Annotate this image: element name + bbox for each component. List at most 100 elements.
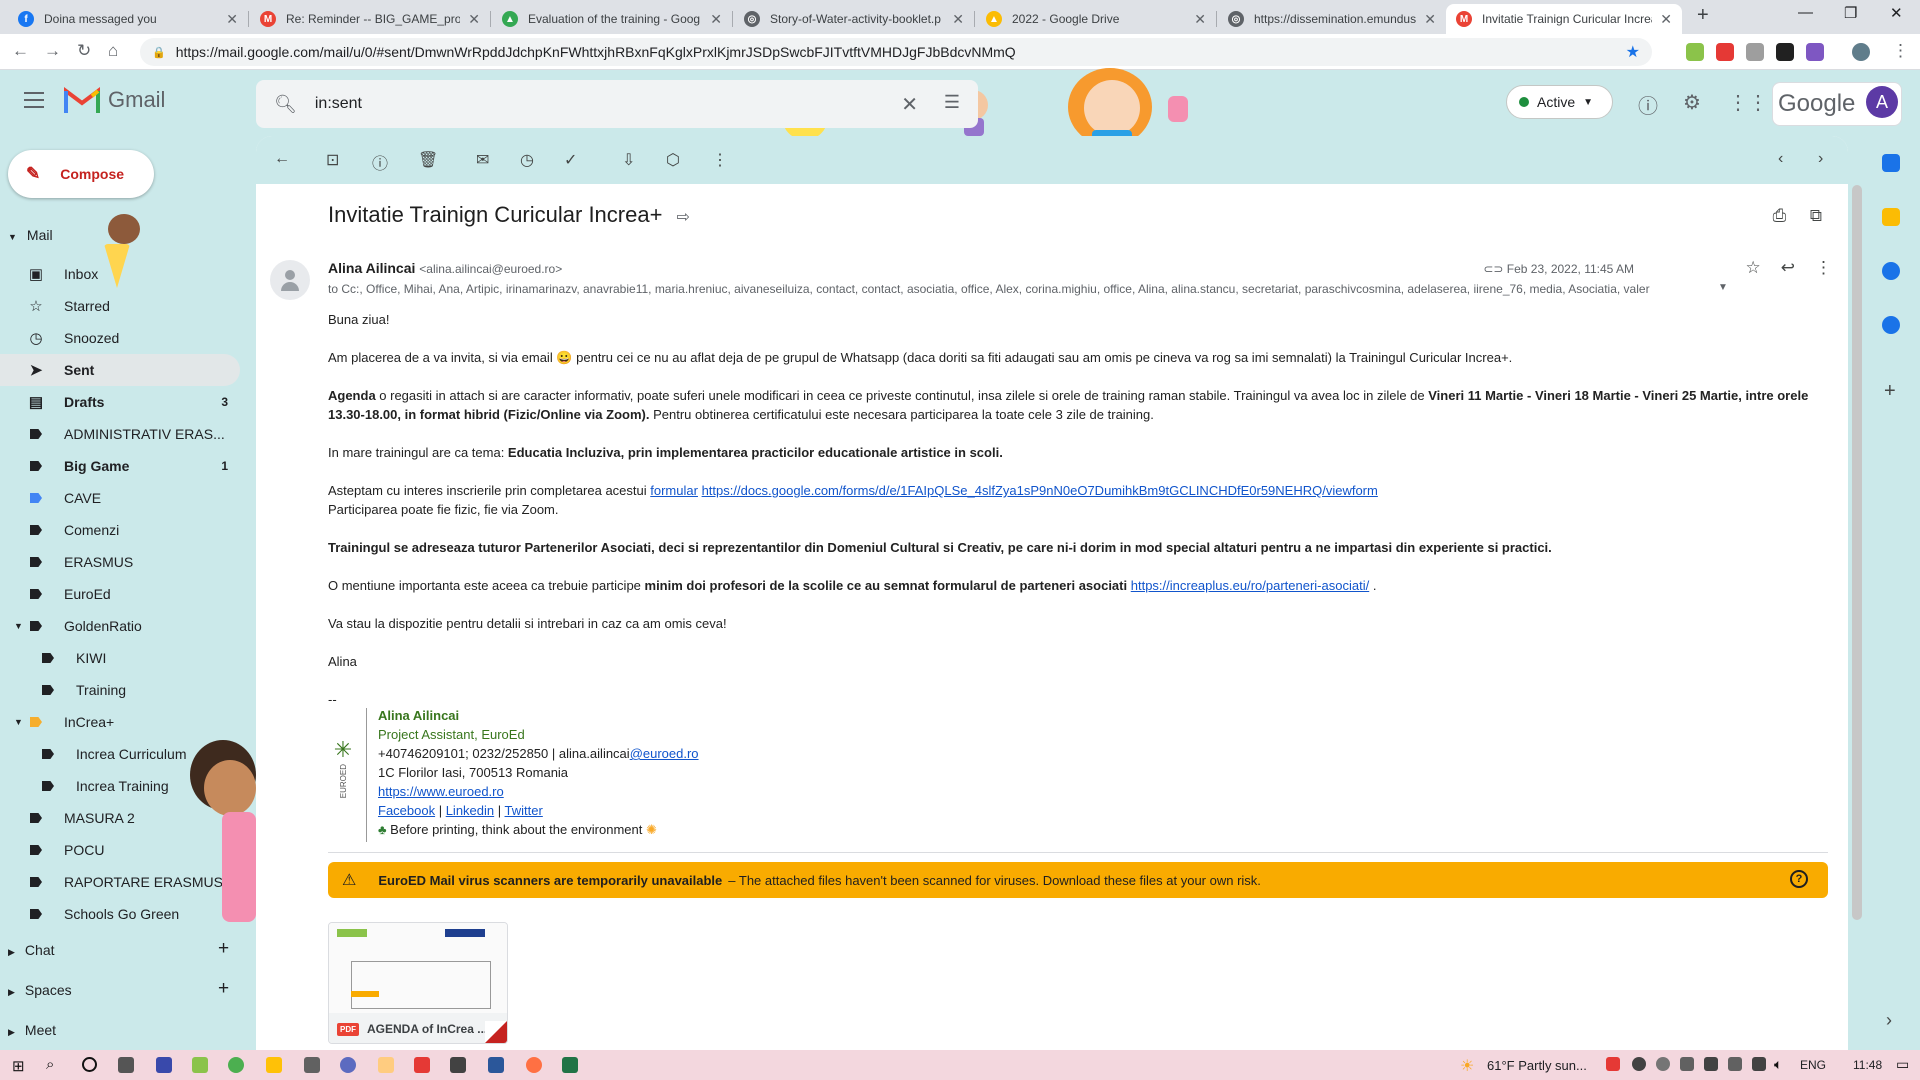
sender-avatar[interactable] (270, 260, 310, 300)
app-icon[interactable] (450, 1057, 466, 1073)
keep-icon[interactable] (1882, 208, 1900, 226)
move-to-icon[interactable]: ⇩ (622, 150, 635, 170)
nav-starred[interactable]: ☆ Starred (0, 290, 240, 322)
close-window-button[interactable]: ✕ (1890, 4, 1903, 22)
app-icon[interactable] (192, 1057, 208, 1073)
nav-label-administrativ-erasmus[interactable]: ADMINISTRATIV ERAS... (0, 418, 240, 450)
excel-icon[interactable] (562, 1057, 578, 1073)
nav-label-erasmus[interactable]: ERASMUS (0, 546, 240, 578)
help-icon[interactable]: ⓘ (1638, 90, 1658, 119)
settings-gear-icon[interactable]: ⚙ (1683, 90, 1701, 115)
extension-icon[interactable] (1746, 43, 1764, 61)
nav-label-comenzi[interactable]: Comenzi (0, 514, 240, 546)
file-explorer-icon[interactable] (266, 1057, 282, 1073)
tray-icon[interactable] (1632, 1057, 1646, 1071)
apps-grid-icon[interactable]: ⋮⋮ (1728, 90, 1768, 115)
section-meet[interactable]: ▶ Meet (8, 1022, 56, 1038)
twitter-link[interactable]: Twitter (505, 803, 543, 818)
compose-button[interactable]: ✎ Compose (8, 150, 154, 198)
tray-icon[interactable] (1656, 1057, 1670, 1071)
linkedin-link[interactable]: Linkedin (446, 803, 494, 818)
weather-sun-icon[interactable]: ☀ (1460, 1056, 1474, 1076)
back-arrow-icon[interactable]: ← (12, 41, 29, 61)
nav-sent[interactable]: ➤ Sent (0, 354, 240, 386)
label-icon[interactable]: ⬡ (666, 150, 680, 170)
extension-icon[interactable] (1686, 43, 1704, 61)
main-menu-icon[interactable] (24, 92, 44, 113)
extension-icon[interactable] (1806, 43, 1824, 61)
close-tab-icon[interactable]: ✕ (1424, 11, 1436, 28)
print-icon[interactable]: ⎙ (1773, 206, 1787, 225)
attachment-card[interactable]: PDF AGENDA of InCrea ... (328, 922, 508, 1044)
help-question-icon[interactable]: ? (1790, 870, 1808, 888)
form-url-link[interactable]: https://docs.google.com/forms/d/e/1FAIpQ… (702, 483, 1378, 498)
new-tab-button[interactable]: + (1697, 4, 1709, 27)
browser-tab-gmail-reminder[interactable]: M Re: Reminder -- BIG_GAME_proje ✕ (250, 4, 490, 34)
section-mail[interactable]: ▼ Mail (8, 227, 53, 243)
nav-snoozed[interactable]: ◷ Snoozed (0, 322, 240, 354)
nav-drafts[interactable]: ▤ Drafts 3 (0, 386, 240, 418)
sender-name[interactable]: Alina Ailincai (328, 260, 415, 276)
section-chat[interactable]: ▶ Chat (8, 942, 55, 958)
newer-chevron-icon[interactable]: ‹ (1778, 150, 1783, 168)
partners-link[interactable]: https://increaplus.eu/ro/parteneri-asoci… (1131, 578, 1369, 593)
snooze-icon[interactable]: ◷ (520, 150, 534, 170)
windows-start-icon[interactable]: ⊞ (12, 1057, 25, 1075)
delete-icon[interactable]: 🗑︎ (418, 150, 438, 170)
close-tab-icon[interactable]: ✕ (710, 11, 722, 28)
archive-icon[interactable]: ⊡ (326, 150, 339, 170)
close-tab-icon[interactable]: ✕ (1660, 11, 1672, 28)
search-bar[interactable]: 🔍︎ in:sent ✕ ☰ (256, 80, 978, 128)
nav-label-goldenratio[interactable]: ▼ GoldenRatio (0, 610, 240, 642)
chrome-icon[interactable] (228, 1057, 244, 1073)
nav-inbox[interactable]: ▣ Inbox (0, 258, 240, 290)
reply-icon[interactable]: ↩ (1781, 258, 1795, 278)
new-chat-plus-icon[interactable]: + (218, 938, 229, 960)
nav-label-raportare-erasmus[interactable]: RAPORTARE ERASMUS (0, 866, 240, 898)
reload-icon[interactable]: ↻ (77, 41, 91, 61)
nav-label-increa-plus[interactable]: ▼ InCrea+ (0, 706, 240, 738)
nav-label-pocu[interactable]: POCU (0, 834, 240, 866)
form-link[interactable]: formular (650, 483, 698, 498)
extension-icon[interactable] (1776, 43, 1794, 61)
close-tab-icon[interactable]: ✕ (1194, 11, 1206, 28)
nav-label-kiwi[interactable]: KIWI (0, 642, 240, 674)
app-icon[interactable] (414, 1057, 430, 1073)
language-indicator[interactable]: ENG (1800, 1058, 1826, 1072)
weather-widget[interactable]: 61°F Partly sun... (1487, 1058, 1587, 1073)
star-icon[interactable]: ☆ (1746, 258, 1761, 278)
recipients-line[interactable]: to Cc:, Office, Mihai, Ana, Artipic, iri… (328, 282, 1708, 296)
notifications-icon[interactable]: ▭ (1896, 1056, 1909, 1073)
hide-side-panel-icon[interactable]: › (1886, 1010, 1892, 1031)
report-spam-icon[interactable]: ⓘ (372, 150, 388, 174)
discord-icon[interactable] (340, 1057, 356, 1073)
close-tab-icon[interactable]: ✕ (468, 11, 480, 28)
close-tab-icon[interactable]: ✕ (952, 11, 964, 28)
close-tab-icon[interactable]: ✕ (226, 11, 238, 28)
bookmark-star-icon[interactable]: ★ (1626, 42, 1640, 62)
show-details-caret-icon[interactable]: ▼ (1718, 282, 1728, 293)
browser-tab-story-of-water[interactable]: ◎ Story-of-Water-activity-booklet.p ✕ (734, 4, 974, 34)
paint-icon[interactable] (378, 1057, 394, 1073)
facebook-link[interactable]: Facebook (378, 803, 435, 818)
search-input[interactable]: in:sent (315, 95, 362, 113)
save-app-icon[interactable] (156, 1057, 172, 1073)
task-view-icon[interactable] (118, 1057, 134, 1073)
extension-icon[interactable] (1716, 43, 1734, 61)
address-bar[interactable]: 🔒 https://mail.google.com/mail/u/0/#sent… (140, 38, 1652, 66)
signature-website-link[interactable]: https://www.euroed.ro (378, 784, 504, 799)
tray-icon[interactable] (1680, 1057, 1694, 1071)
get-addons-plus-icon[interactable]: + (1884, 380, 1896, 403)
volume-icon[interactable]: 🔈︎ (1774, 1056, 1782, 1073)
contacts-icon[interactable] (1882, 316, 1900, 334)
search-icon[interactable]: ⌕ (46, 1056, 54, 1073)
caret-down-icon[interactable]: ▼ (14, 717, 23, 727)
taskbar-clock[interactable]: 11:48 (1853, 1058, 1882, 1072)
profile-icon[interactable] (1852, 43, 1870, 61)
browser-tab-active-gmail[interactable]: M Invitatie Trainign Curicular Increa ✕ (1446, 4, 1682, 34)
word-icon[interactable] (488, 1057, 504, 1073)
nav-label-cave[interactable]: CAVE (0, 482, 240, 514)
status-dropdown[interactable]: Active ▼ (1506, 85, 1613, 119)
browser-tab-emundus[interactable]: ◎ https://dissemination.emundus.fr ✕ (1218, 4, 1446, 34)
forward-arrow-icon[interactable]: → (44, 41, 61, 61)
